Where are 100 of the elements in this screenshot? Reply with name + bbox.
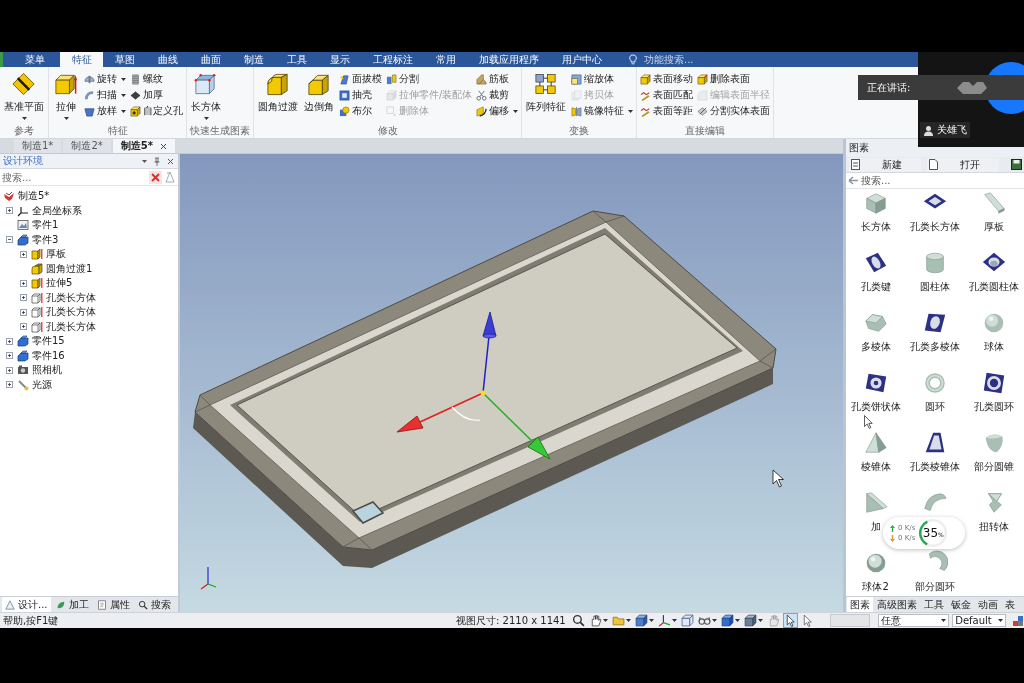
collapse-icon[interactable] [6, 236, 13, 244]
menu-tab[interactable]: 常用 [424, 52, 467, 67]
library-item[interactable]: 孔类圆环 [974, 370, 1015, 412]
ribbon-button[interactable]: 表面移动 [640, 71, 694, 87]
library-item[interactable]: 多棱体 [860, 310, 891, 352]
ribbon-button[interactable]: 表面匹配 [640, 87, 694, 103]
ribbon-button[interactable]: 裁剪 [476, 87, 510, 103]
close-icon[interactable] [159, 142, 167, 150]
tree-item[interactable]: 零件16 [32, 350, 65, 361]
menu-tab[interactable]: 草图 [103, 52, 146, 67]
back-arrow-icon[interactable] [848, 176, 859, 185]
panel-tab[interactable]: 工具 [921, 597, 947, 612]
cube-icon[interactable] [743, 614, 757, 627]
panel-tab[interactable]: 图素 [847, 597, 873, 612]
panel-tab[interactable]: 高级图素 [874, 597, 920, 612]
ribbon-button[interactable]: 偏移 [476, 103, 519, 119]
cube-outline-icon[interactable] [680, 614, 694, 627]
expand-icon[interactable] [20, 294, 27, 302]
save-icon[interactable] [1011, 159, 1022, 170]
pointer-icon[interactable] [783, 614, 797, 627]
tree-item[interactable]: 孔类长方体 [46, 292, 96, 303]
cube-icon[interactable] [634, 614, 648, 627]
toolbar-button[interactable]: 新建 [849, 157, 921, 172]
ribbon-button[interactable]: 分割实体表面 [697, 103, 771, 119]
tree-item[interactable]: 孔类长方体 [46, 307, 96, 318]
ribbon-button[interactable]: 圆角过渡 [257, 70, 299, 112]
menu-tab[interactable]: 工程标注 [361, 52, 424, 67]
magnifier-icon[interactable] [571, 614, 585, 627]
library-item[interactable]: 加 [862, 490, 889, 532]
expand-icon[interactable] [6, 207, 13, 215]
ribbon-button[interactable]: 基准平面 [3, 70, 45, 120]
expand-icon[interactable] [20, 279, 27, 287]
library-item[interactable]: 长方体 [860, 190, 891, 232]
ribbon-button[interactable]: 边倒角 [303, 70, 335, 112]
tree-item[interactable]: 零件3 [32, 234, 59, 245]
menu-tab[interactable]: 制造 [232, 52, 275, 67]
menu-tab[interactable]: 用户中心 [550, 52, 613, 67]
tree-item[interactable]: 孔类长方体 [46, 321, 96, 332]
ribbon-button[interactable]: 螺纹 [130, 71, 163, 87]
pin-icon[interactable] [154, 156, 160, 166]
menu-tab[interactable]: 加载应用程序 [467, 52, 550, 67]
folder-icon[interactable] [611, 614, 625, 627]
feature-search-field[interactable]: 功能搜索... [644, 53, 734, 66]
tree-item[interactable]: 厚板 [46, 249, 66, 260]
panel-tab[interactable]: 钣金 [948, 597, 974, 612]
clear-icon[interactable] [149, 170, 162, 184]
tree-item[interactable]: 圆角过渡1 [46, 263, 93, 274]
axes-icon[interactable] [657, 614, 671, 627]
ribbon-button[interactable]: 删除表面 [697, 71, 751, 87]
library-item[interactable]: 球体 [981, 310, 1008, 352]
expand-icon[interactable] [6, 352, 13, 360]
panel-tab[interactable]: 设计... [2, 597, 51, 612]
document-tab[interactable]: 制造5* [112, 139, 175, 153]
tree-item[interactable]: 照相机 [32, 365, 62, 376]
dropdown-field[interactable]: Default [952, 614, 1006, 627]
expand-icon[interactable] [20, 308, 27, 316]
ribbon-button[interactable]: 表面等距 [640, 103, 694, 119]
close-icon[interactable] [167, 157, 174, 165]
expand-icon[interactable] [20, 323, 27, 331]
menu-tab[interactable]: 曲线 [146, 52, 189, 67]
library-item[interactable]: 孔类棱锥体 [910, 430, 960, 472]
library-item[interactable]: 部分圆锥 [974, 430, 1015, 472]
ribbon-button[interactable]: 面拔模 [339, 71, 382, 87]
library-item[interactable]: 部分圆环 [915, 550, 955, 592]
library-item[interactable]: 孔类键 [860, 250, 891, 292]
library-item[interactable]: 扭转体 [979, 490, 1010, 532]
library-item[interactable]: 孔类多棱体 [910, 310, 960, 352]
expand-icon[interactable] [6, 381, 13, 389]
tree-item[interactable]: 光源 [32, 379, 52, 390]
document-tab[interactable]: 制造1* [14, 139, 62, 153]
tree-item[interactable]: 拉伸5 [46, 278, 73, 289]
ribbon-button[interactable]: 加厚 [130, 87, 163, 103]
library-item[interactable]: 圆柱体 [920, 250, 950, 292]
library-item[interactable]: 棱锥体 [860, 430, 891, 472]
ribbon-button[interactable]: 抽壳 [339, 87, 372, 103]
toolbar-button[interactable]: 打开 [927, 157, 999, 172]
library-item[interactable]: 厚板 [981, 190, 1008, 232]
panel-tab[interactable]: 表 [1002, 597, 1018, 612]
document-tab[interactable]: 制造2* [63, 139, 111, 153]
menu-tab[interactable]: 显示 [318, 52, 361, 67]
tree-item[interactable]: 全局坐标系 [32, 205, 82, 216]
ribbon-button[interactable]: 筋板 [476, 71, 510, 87]
ribbon-button[interactable]: 布尔 [339, 103, 372, 119]
tree-item[interactable]: 零件1 [32, 220, 59, 231]
ribbon-button[interactable]: 旋转 [84, 71, 126, 87]
ribbon-button[interactable]: 阵列特征 [525, 70, 568, 112]
expand-icon[interactable] [20, 250, 27, 258]
status-field[interactable] [829, 614, 870, 627]
ribbon-button[interactable]: 扫描 [84, 87, 126, 103]
expand-icon[interactable] [6, 366, 13, 374]
tree-item[interactable]: 制造5* [18, 191, 50, 202]
ribbon-button[interactable]: 自定义孔 [130, 103, 183, 119]
ribbon-button[interactable]: 分割 [386, 71, 419, 87]
menu-tab[interactable]: 曲面 [189, 52, 232, 67]
glasses-icon[interactable] [697, 614, 711, 627]
ribbon-button[interactable]: 镜像特征 [571, 103, 634, 119]
tree-item[interactable]: 零件15 [32, 336, 65, 347]
library-item[interactable]: 圆环 [922, 370, 948, 412]
dropdown-field[interactable]: 任意 [877, 614, 950, 627]
menu-tab[interactable]: 特征 [60, 52, 103, 67]
